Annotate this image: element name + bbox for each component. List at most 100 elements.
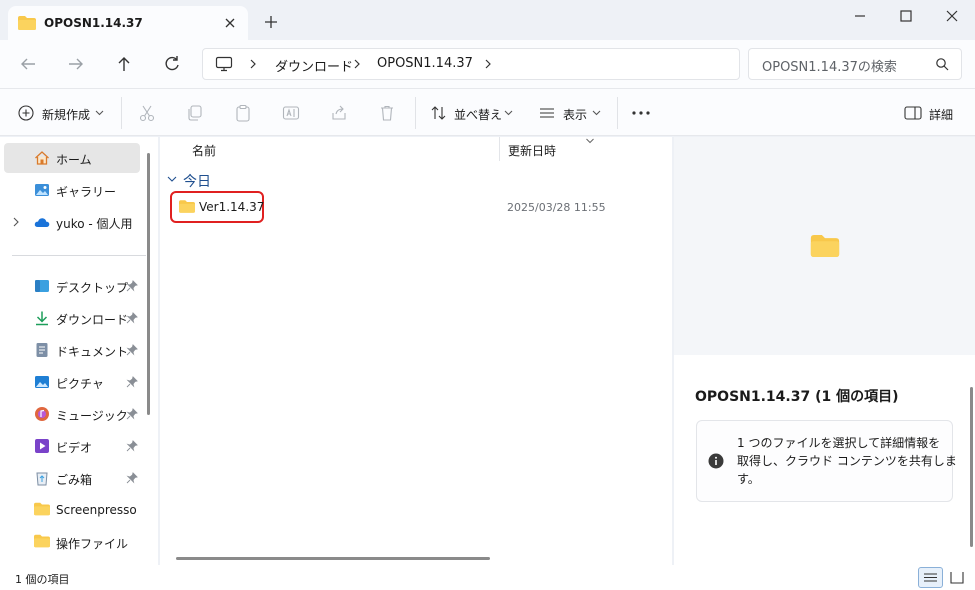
divider	[617, 97, 618, 129]
sidebar-item-operation-files[interactable]: 操作ファイル	[4, 527, 140, 557]
collapse-group-icon[interactable]	[166, 174, 178, 184]
folder-icon	[810, 235, 840, 257]
sidebar-item-documents[interactable]: ドキュメント	[4, 335, 140, 365]
paste-icon[interactable]	[234, 104, 252, 122]
up-icon[interactable]	[112, 52, 136, 76]
delete-icon[interactable]	[378, 104, 396, 122]
pin-icon[interactable]	[126, 376, 138, 388]
address-bar[interactable]: ダウンロード OPOSN1.14.37	[202, 48, 740, 80]
details-pane-button[interactable]: 詳細	[898, 97, 962, 129]
sidebar-item-label: ギャラリー	[56, 185, 117, 199]
tiles-view-icon[interactable]	[948, 569, 966, 586]
row-modified: 2025/03/28 11:55	[507, 201, 606, 214]
chevron-down-icon	[95, 109, 104, 117]
music-icon	[34, 406, 50, 422]
maximize-icon[interactable]	[896, 6, 916, 26]
chevron-right-icon[interactable]	[483, 57, 493, 71]
sidebar-item-label: ダウンロード	[56, 313, 129, 327]
new-button[interactable]: 新規作成	[12, 97, 110, 129]
minimize-icon[interactable]	[850, 6, 870, 26]
chevron-right-icon[interactable]	[248, 57, 258, 71]
tab-active[interactable]: OPOSN1.14.37	[8, 6, 248, 40]
sidebar-item-label: ごみ箱	[56, 473, 93, 487]
column-header-modified[interactable]: 更新日時	[508, 142, 556, 159]
file-list: 名前 更新日時 今日 Ver1.14.37 2025/03/28 11:55	[160, 137, 672, 565]
sidebar-item-pictures[interactable]: ピクチャ	[4, 367, 140, 397]
pin-icon[interactable]	[126, 344, 138, 356]
folder-icon	[18, 16, 36, 30]
address-row: ダウンロード OPOSN1.14.37 OPOSN1.14.37の検索	[0, 40, 975, 88]
chevron-right-icon[interactable]	[12, 216, 20, 228]
this-pc-icon	[215, 56, 233, 72]
sort-icon	[430, 105, 448, 121]
details-scrollbar[interactable]	[970, 387, 973, 547]
divider	[415, 97, 416, 129]
folder-icon	[34, 534, 50, 550]
sidebar-item-screenpresso[interactable]: Screenpresso	[4, 495, 140, 525]
breadcrumb-downloads[interactable]: ダウンロード	[275, 56, 353, 75]
cloud-icon	[34, 214, 50, 230]
horizontal-scrollbar[interactable]	[176, 557, 490, 560]
copy-icon[interactable]	[186, 104, 204, 122]
details-pane-icon	[904, 106, 922, 120]
sidebar-item-music[interactable]: ミュージック	[4, 399, 140, 429]
details-label: 詳細	[929, 108, 954, 122]
sort-label: 並べ替え	[454, 108, 503, 122]
download-icon	[34, 310, 50, 326]
column-divider[interactable]	[499, 137, 500, 161]
search-input[interactable]: OPOSN1.14.37の検索	[748, 48, 962, 80]
sidebar-item-recycle-bin[interactable]: ごみ箱	[4, 463, 140, 493]
view-label: 表示	[563, 108, 588, 122]
sidebar-item-label: yuko - 個人用	[56, 217, 133, 231]
chevron-down-icon	[592, 109, 601, 117]
divider	[12, 255, 146, 256]
chevron-right-icon[interactable]	[352, 57, 362, 71]
sidebar-item-label: ビデオ	[56, 441, 93, 455]
sidebar-item-label: ミュージック	[56, 409, 128, 423]
share-icon[interactable]	[330, 104, 348, 122]
sidebar-item-downloads[interactable]: ダウンロード	[4, 303, 140, 333]
rename-icon[interactable]	[282, 104, 300, 122]
sidebar-item-videos[interactable]: ビデオ	[4, 431, 140, 461]
tab-title: OPOSN1.14.37	[44, 16, 143, 30]
group-header-today[interactable]: 今日	[183, 171, 211, 191]
sidebar-item-onedrive[interactable]: yuko - 個人用	[4, 207, 140, 237]
sidebar-item-gallery[interactable]: ギャラリー	[4, 175, 140, 205]
sidebar-item-home[interactable]: ホーム	[4, 143, 140, 173]
sidebar-item-label: ドキュメント	[56, 345, 129, 359]
breadcrumb-oposn[interactable]: OPOSN1.14.37	[377, 56, 473, 71]
refresh-icon[interactable]	[160, 52, 184, 76]
pin-icon[interactable]	[126, 472, 138, 484]
pin-icon[interactable]	[126, 408, 138, 420]
close-tab-icon[interactable]	[220, 13, 240, 33]
column-header-name[interactable]: 名前	[192, 142, 216, 159]
sidebar-scrollbar[interactable]	[147, 153, 150, 415]
pin-icon[interactable]	[126, 440, 138, 452]
title-bar: OPOSN1.14.37	[0, 0, 975, 40]
details-view-icon[interactable]	[918, 567, 943, 588]
search-placeholder: OPOSN1.14.37の検索	[762, 60, 897, 75]
pin-icon[interactable]	[126, 312, 138, 324]
table-row[interactable]: Ver1.14.37 2025/03/28 11:55	[174, 195, 654, 219]
view-button[interactable]: 表示	[532, 97, 608, 129]
command-bar: 新規作成 並べ替え 表示 詳細	[0, 88, 975, 136]
more-options-icon[interactable]	[631, 104, 651, 122]
new-tab-icon[interactable]	[262, 13, 280, 31]
pin-icon[interactable]	[126, 280, 138, 292]
close-window-icon[interactable]	[942, 6, 962, 26]
document-icon	[34, 342, 50, 358]
sidebar-item-label: ホーム	[56, 153, 92, 167]
search-icon[interactable]	[935, 57, 949, 71]
new-label: 新規作成	[42, 108, 91, 122]
sidebar-item-label: Screenpresso	[56, 503, 137, 517]
divider	[121, 97, 122, 129]
desktop-icon	[34, 278, 50, 294]
sort-button[interactable]: 並べ替え	[424, 97, 520, 129]
sidebar-item-label: デスクトップ	[56, 281, 129, 295]
back-icon[interactable]	[16, 52, 40, 76]
preview-area	[674, 137, 975, 355]
sidebar-item-desktop[interactable]: デスクトップ	[4, 271, 140, 301]
cut-icon[interactable]	[138, 104, 156, 122]
recycle-bin-icon	[34, 470, 50, 486]
forward-icon[interactable]	[64, 52, 88, 76]
